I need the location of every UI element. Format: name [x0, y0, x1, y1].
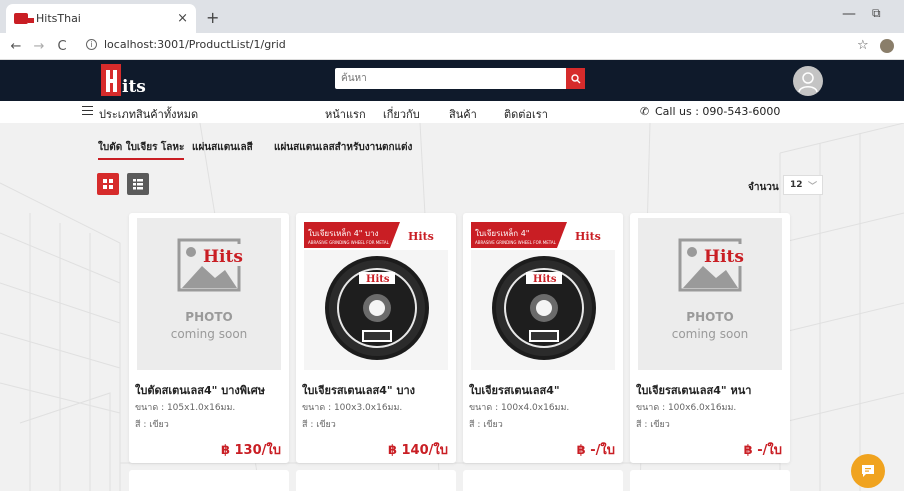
back-button[interactable]: ← — [9, 39, 23, 54]
browser-tab[interactable]: HitsThai × — [6, 4, 196, 33]
restore-button[interactable]: ⧉ — [872, 6, 881, 21]
tab-abrasive[interactable]: ใบตัด ใบเจียร โลหะ — [98, 140, 185, 160]
product-card[interactable] — [630, 470, 790, 491]
user-icon — [798, 72, 818, 93]
hits-logo-icon: its — [101, 64, 146, 97]
product-name[interactable]: ใบเจียรสเตนเลส4" — [469, 381, 560, 399]
product-image: ใบเจียรเหล็ก 4" บาง ABRASIVE GRINDING WH… — [304, 218, 448, 370]
url-field[interactable]: i localhost:3001/ProductList/1/grid — [86, 38, 286, 51]
svg-text:ใบเจียรเหล็ก 4" บาง: ใบเจียรเหล็ก 4" บาง — [308, 228, 379, 238]
product-card[interactable]: Hits PHOTO coming soon ใบตัดสเตนเลส4" บา… — [129, 213, 289, 463]
svg-text:Hits: Hits — [704, 247, 744, 267]
quantity-value: 12 — [790, 180, 803, 190]
product-size: ขนาด : 100x3.0x16มม. — [302, 403, 403, 413]
product-name[interactable]: ใบตัดสเตนเลส4" บางพิเศษ — [135, 381, 265, 399]
product-size: ขนาด : 100x4.0x16มม. — [469, 403, 570, 413]
svg-text:Hits: Hits — [533, 274, 557, 285]
tab-decorative-sheet[interactable]: แผ่นสแตนเลสสำหรับงานตกแต่ง — [274, 140, 412, 155]
svg-text:coming soon: coming soon — [171, 327, 248, 341]
site-navigation: ประเภทสินค้าทั้งหมด หน้าแรก เกี่ยวกับ สิ… — [0, 101, 904, 123]
product-image: Hits PHOTO coming soon — [137, 218, 281, 370]
quantity-select[interactable]: 12 ﹀ — [783, 175, 823, 195]
site-favicon-icon — [14, 13, 34, 24]
product-color: สี : เขียว — [469, 420, 503, 430]
photo-placeholder-icon: Hits PHOTO coming soon — [638, 218, 782, 370]
url-text: localhost:3001/ProductList/1/grid — [104, 38, 286, 51]
product-size: ขนาด : 105x1.0x16มม. — [135, 403, 236, 413]
grid-icon — [103, 179, 113, 189]
call-us-text[interactable]: Call us : 090-543-6000 — [655, 105, 780, 118]
tab-stainless-sheet[interactable]: แผ่นสแตนเลสี — [192, 140, 253, 155]
product-card[interactable] — [463, 470, 623, 491]
search-icon — [570, 73, 580, 83]
svg-text:PHOTO: PHOTO — [185, 310, 232, 324]
product-name[interactable]: ใบเจียรสเตนเลส4" บาง — [302, 381, 415, 399]
user-avatar[interactable] — [793, 66, 823, 96]
svg-text:PHOTO: PHOTO — [686, 310, 733, 324]
svg-text:ABRASIVE GRINDING WHEEL FOR ME: ABRASIVE GRINDING WHEEL FOR METAL — [475, 240, 557, 245]
nav-products-link[interactable]: สินค้า — [449, 105, 477, 123]
svg-text:Hits: Hits — [575, 230, 601, 243]
grinding-disc-image: ใบเจียรเหล็ก 4" ABRASIVE GRINDING WHEEL … — [471, 218, 615, 370]
nav-contact-link[interactable]: ติดต่อเรา — [504, 105, 548, 123]
svg-text:ABRASIVE GRINDING WHEEL FOR ME: ABRASIVE GRINDING WHEEL FOR METAL — [308, 240, 390, 245]
product-image: Hits PHOTO coming soon — [638, 218, 782, 370]
product-price: ฿ -/ใบ — [576, 443, 615, 458]
chevron-down-icon: ﹀ — [807, 182, 817, 192]
list-view-button[interactable] — [127, 173, 149, 195]
chat-button[interactable] — [851, 454, 885, 488]
nav-about-link[interactable]: เกี่ยวกับ — [383, 105, 420, 123]
tab-close-icon[interactable]: × — [177, 11, 188, 26]
product-color: สี : เขียว — [135, 420, 169, 430]
product-price: ฿ -/ใบ — [743, 443, 782, 458]
product-card[interactable]: Hits PHOTO coming soon ใบเจียรสเตนเลส4" … — [630, 213, 790, 463]
product-color: สี : เขียว — [636, 420, 670, 430]
product-card[interactable]: ใบเจียรเหล็ก 4" บาง ABRASIVE GRINDING WH… — [296, 213, 456, 463]
svg-text:its: its — [122, 77, 146, 97]
quantity-label: จำนวน — [748, 182, 779, 193]
chat-icon — [862, 465, 874, 477]
search-button[interactable] — [566, 68, 585, 89]
product-image: ใบเจียรเหล็ก 4" ABRASIVE GRINDING WHEEL … — [471, 218, 615, 370]
search-input[interactable] — [335, 68, 563, 89]
svg-text:Hits: Hits — [366, 274, 390, 285]
product-name[interactable]: ใบเจียรสเตนเลส4" หนา — [636, 381, 751, 399]
phone-icon: ✆ — [640, 105, 650, 118]
svg-text:Hits: Hits — [408, 230, 434, 243]
info-icon[interactable]: i — [86, 39, 97, 50]
all-categories-link[interactable]: ประเภทสินค้าทั้งหมด — [99, 105, 198, 123]
svg-text:coming soon: coming soon — [672, 327, 749, 341]
grinding-disc-image: ใบเจียรเหล็ก 4" บาง ABRASIVE GRINDING WH… — [304, 218, 448, 370]
hits-logo[interactable]: its — [99, 62, 165, 98]
grid-view-button[interactable] — [97, 173, 119, 195]
product-price: ฿ 130/ใบ — [220, 443, 281, 458]
extension-icon[interactable] — [880, 39, 894, 53]
new-tab-button[interactable]: + — [206, 8, 219, 27]
hamburger-icon[interactable] — [82, 106, 93, 118]
reload-button[interactable]: C — [55, 39, 69, 54]
svg-text:ใบเจียรเหล็ก 4": ใบเจียรเหล็ก 4" — [475, 228, 529, 238]
browser-tabbar: HitsThai × + — ⧉ — [0, 0, 904, 33]
nav-home-link[interactable]: หน้าแรก — [325, 105, 366, 123]
svg-text:Hits: Hits — [203, 247, 243, 267]
product-card[interactable] — [296, 470, 456, 491]
product-price: ฿ 140/ใบ — [387, 443, 448, 458]
product-size: ขนาด : 100x6.0x16มม. — [636, 403, 737, 413]
product-card[interactable]: ใบเจียรเหล็ก 4" ABRASIVE GRINDING WHEEL … — [463, 213, 623, 463]
search-box — [335, 68, 585, 89]
list-icon — [133, 179, 143, 190]
product-card[interactable] — [129, 470, 289, 491]
product-color: สี : เขียว — [302, 420, 336, 430]
tab-title: HitsThai — [36, 12, 81, 25]
address-bar: ← → C i localhost:3001/ProductList/1/gri… — [0, 33, 904, 60]
photo-placeholder-icon: Hits PHOTO coming soon — [137, 218, 281, 370]
minimize-button[interactable]: — — [842, 6, 856, 22]
bookmark-star-icon[interactable]: ☆ — [857, 38, 869, 53]
forward-button[interactable]: → — [32, 39, 46, 54]
